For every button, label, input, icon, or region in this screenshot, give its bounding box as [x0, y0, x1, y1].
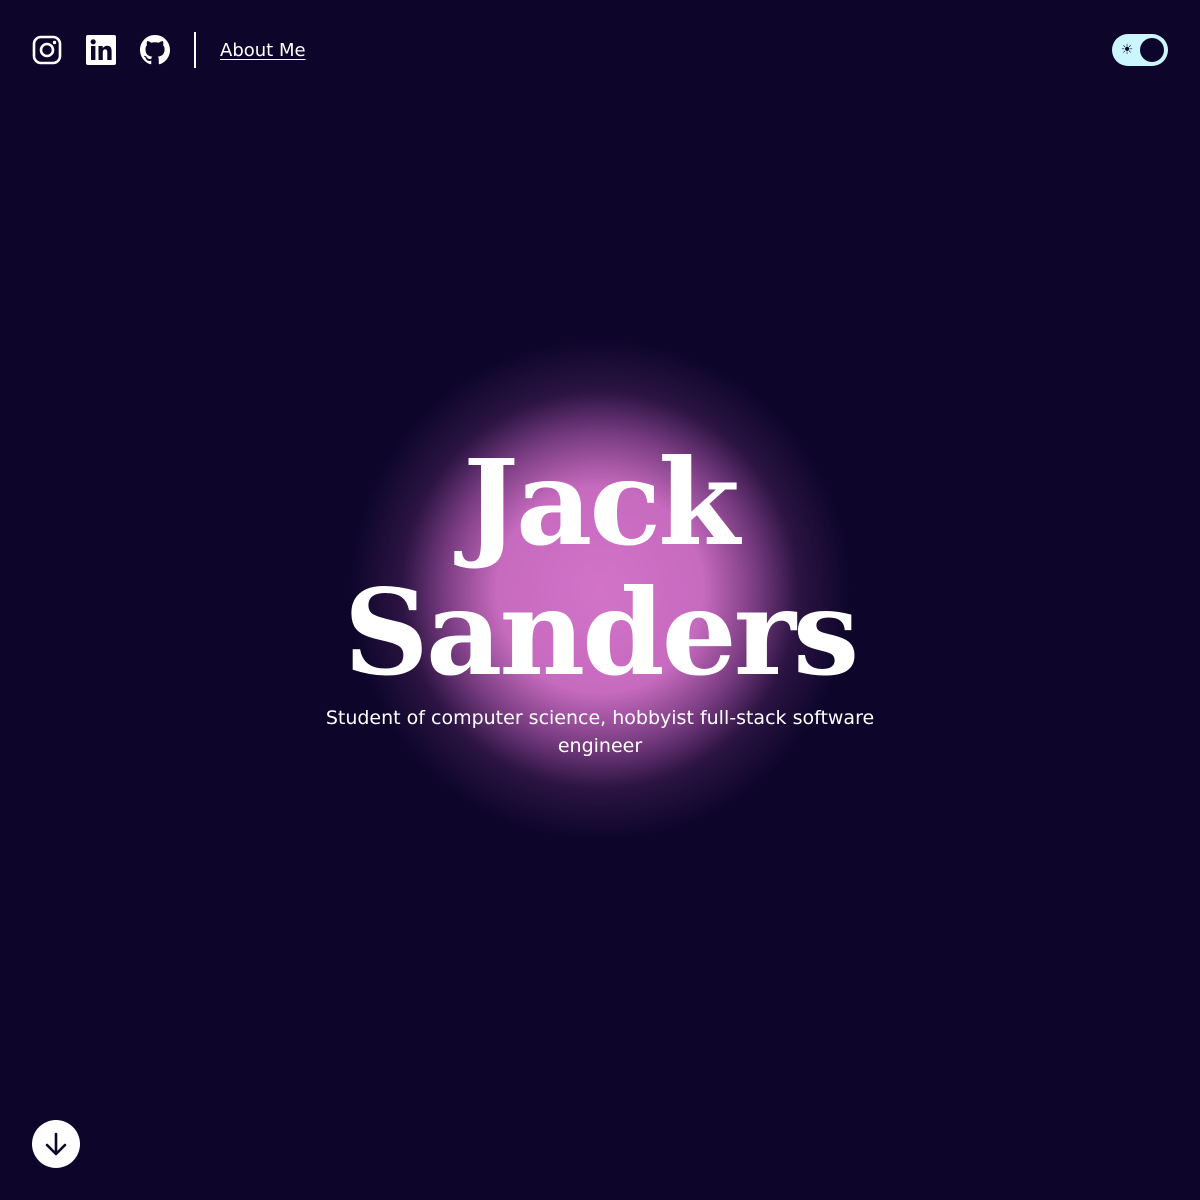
hero-subtitle: Student of computer science, hobbyist fu…	[325, 707, 875, 757]
github-icon	[140, 35, 170, 65]
linkedin-link[interactable]	[86, 35, 116, 65]
toggle-knob	[1140, 38, 1164, 62]
arrow-down-icon	[45, 1132, 67, 1156]
hero-last-name: Sanders	[343, 563, 860, 702]
scroll-down-button[interactable]	[32, 1120, 80, 1168]
instagram-link[interactable]	[32, 35, 62, 65]
page: About Me ☀ Jack Sanders Student of compu…	[0, 0, 1200, 1200]
instagram-icon	[32, 35, 62, 65]
hero: Jack Sanders Student of computer science…	[0, 438, 1200, 760]
hero-name: Jack Sanders	[0, 438, 1200, 698]
github-link[interactable]	[140, 35, 170, 65]
top-nav: About Me	[32, 32, 306, 68]
theme-toggle[interactable]: ☀	[1112, 34, 1168, 66]
about-me-link[interactable]: About Me	[220, 40, 306, 61]
sun-icon: ☀	[1120, 42, 1134, 58]
linkedin-icon	[86, 35, 116, 65]
nav-divider	[194, 32, 196, 68]
hero-first-name: Jack	[463, 433, 740, 572]
